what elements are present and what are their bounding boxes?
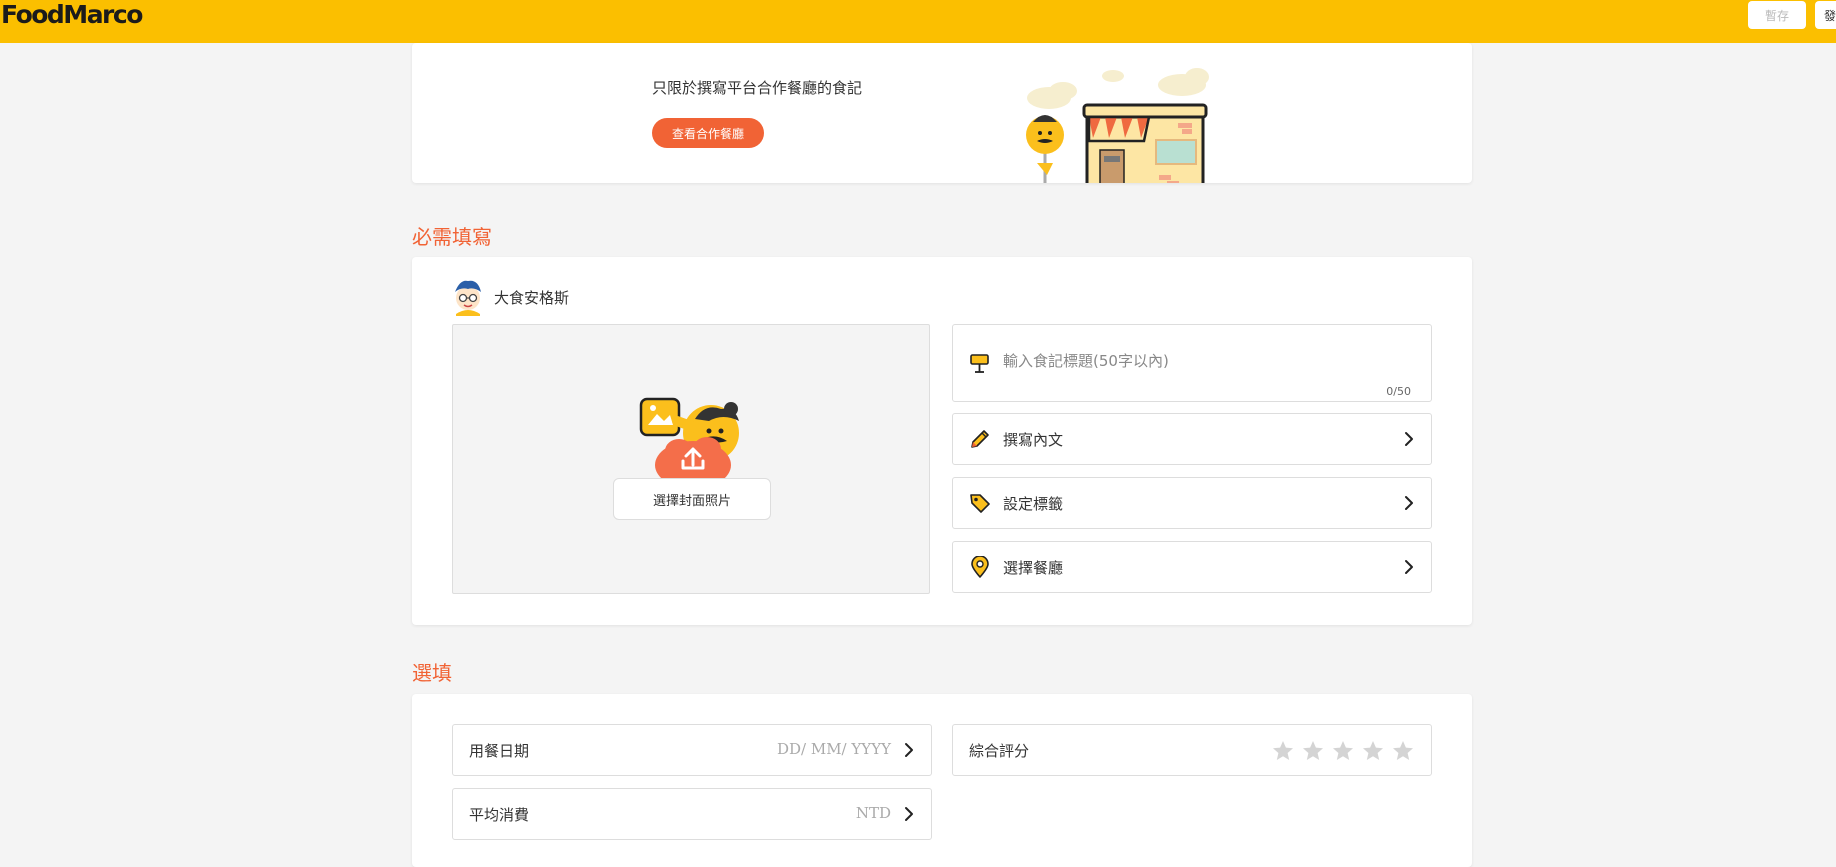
storefront-illustration	[1026, 68, 1209, 183]
chevron-right-icon	[1405, 560, 1413, 574]
pencil-icon	[971, 430, 989, 448]
write-content-label: 撰寫內文	[1003, 430, 1064, 449]
star-icon[interactable]	[1271, 739, 1295, 763]
select-restaurant-row[interactable]: 選擇餐廳	[952, 541, 1432, 593]
dining-date-field[interactable]: 用餐日期 DD/ MM/ YYYY	[452, 724, 932, 776]
view-partner-restaurants-button[interactable]: 查看合作餐廳	[652, 118, 764, 148]
select-restaurant-label: 選擇餐廳	[1003, 558, 1064, 577]
overall-rating-label: 綜合評分	[969, 742, 1030, 760]
foodmarco-logo[interactable]: FoodMarco	[1, 0, 143, 30]
average-cost-unit: NTD	[855, 804, 891, 822]
save-draft-button[interactable]: 暫存	[1748, 1, 1806, 29]
location-pin-icon	[971, 556, 989, 578]
star-icon[interactable]	[1301, 739, 1325, 763]
author-name: 大食安格斯	[494, 288, 570, 307]
author-info: 大食安格斯	[452, 278, 569, 316]
title-char-counter: 0/50	[1386, 385, 1411, 398]
author-avatar	[455, 280, 481, 316]
dining-date-placeholder: DD/ MM/ YYYY	[776, 740, 891, 758]
overall-rating-field: 綜合評分	[952, 724, 1432, 776]
optional-fields-card: 用餐日期 DD/ MM/ YYYY 綜合評分 平均消費 NTD	[412, 694, 1472, 867]
tag-icon	[970, 494, 990, 513]
upload-mascot-illustration	[639, 397, 739, 483]
star-icon[interactable]	[1391, 739, 1415, 763]
set-tags-row[interactable]: 設定標籤	[952, 477, 1432, 529]
chevron-right-icon	[1405, 432, 1413, 446]
post-title-input[interactable]	[1003, 349, 1403, 373]
signpost-icon	[970, 354, 989, 373]
top-nav-bar: FoodMarco 暫存 發	[0, 0, 1836, 43]
required-section-title: 必需填寫	[412, 225, 492, 249]
post-title-field[interactable]: 0/50	[952, 324, 1432, 402]
banner-text: 只限於撰寫平台合作餐廳的食記	[652, 79, 863, 97]
set-tags-label: 設定標籤	[1003, 494, 1064, 513]
rating-stars	[1271, 739, 1415, 763]
write-content-row[interactable]: 撰寫內文	[952, 413, 1432, 465]
chevron-right-icon	[905, 807, 913, 821]
chevron-right-icon	[1405, 496, 1413, 510]
partner-restaurant-banner: 只限於撰寫平台合作餐廳的食記 查看合作餐廳	[412, 43, 1472, 183]
select-cover-photo-button[interactable]: 選擇封面照片	[613, 478, 771, 520]
chevron-right-icon	[905, 743, 913, 757]
average-cost-field[interactable]: 平均消費 NTD	[452, 788, 932, 840]
publish-button[interactable]: 發	[1815, 1, 1836, 29]
star-icon[interactable]	[1331, 739, 1355, 763]
average-cost-label: 平均消費	[469, 806, 530, 824]
dining-date-label: 用餐日期	[469, 742, 530, 760]
cover-photo-upload-area[interactable]: 選擇封面照片	[452, 324, 930, 594]
optional-section-title: 選填	[412, 661, 452, 685]
star-icon[interactable]	[1361, 739, 1385, 763]
required-fields-card: 大食安格斯 選擇封面照片 0/50	[412, 257, 1472, 625]
